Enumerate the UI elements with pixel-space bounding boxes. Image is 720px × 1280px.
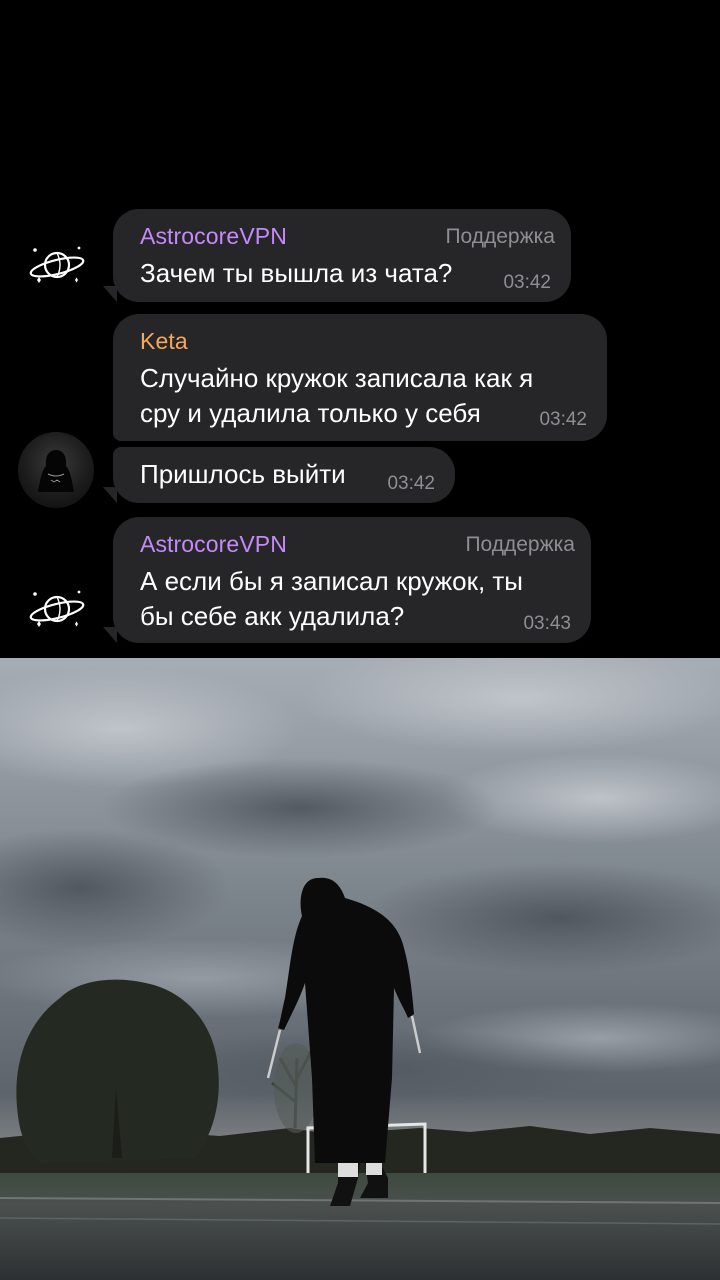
message-text: Случайно кружок записала как я сру и уда…: [140, 363, 534, 428]
sender-name[interactable]: AstrocoreVPN: [140, 223, 287, 250]
video-frame-image: [0, 658, 720, 1280]
screen: AstrocoreVPN Поддержка Зачем ты вышла из…: [0, 0, 720, 1280]
bubble-tail: [103, 627, 117, 643]
message-time: 03:43: [523, 613, 571, 634]
message-time: 03:42: [539, 409, 587, 430]
message-time: 03:42: [503, 272, 551, 293]
message-time: 03:42: [387, 473, 435, 494]
bubble-tail: [103, 487, 117, 503]
message-bubble[interactable]: AstrocoreVPN Поддержка Зачем ты вышла из…: [113, 209, 571, 302]
keta-avatar-photo[interactable]: [18, 432, 94, 508]
message-bubble[interactable]: Keta Случайно кружок записала как я сру …: [113, 314, 607, 441]
chat-area: AstrocoreVPN Поддержка Зачем ты вышла из…: [0, 0, 720, 658]
sender-role-badge: Поддержка: [445, 225, 555, 248]
sender-name[interactable]: Keta: [140, 328, 188, 355]
message-text: Пришлось выйти: [140, 459, 346, 489]
astrocore-avatar-planet-icon[interactable]: [27, 242, 87, 288]
message-text: Зачем ты вышла из чата?: [140, 258, 453, 288]
sender-name[interactable]: AstrocoreVPN: [140, 531, 287, 558]
message-bubble[interactable]: AstrocoreVPN Поддержка А если бы я запис…: [113, 517, 591, 643]
message-text: А если бы я записал кружок, ты бы себе а…: [140, 566, 523, 631]
astrocore-avatar-planet-icon[interactable]: [27, 586, 87, 632]
bubble-tail: [103, 286, 117, 302]
sender-role-badge: Поддержка: [465, 533, 575, 556]
message-bubble[interactable]: Пришлось выйти 03:42: [113, 447, 455, 503]
